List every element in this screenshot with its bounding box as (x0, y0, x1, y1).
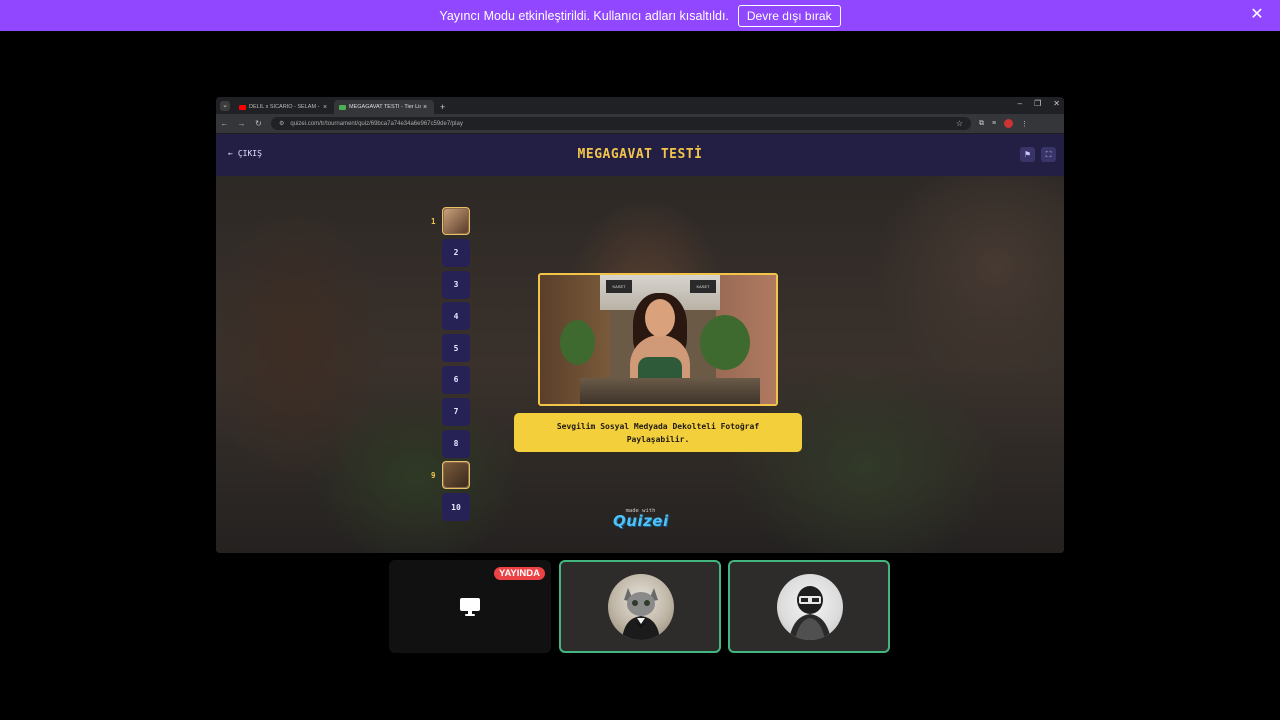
ranking-list: 1 2 3 4 5 6 7 8 9 10 (431, 207, 470, 525)
url-text: quizei.com/tr/tournament/quiz/69bca7a74e… (290, 120, 463, 127)
page-title: MEGAGAVAT TESTİ (577, 147, 703, 162)
image-sign: KASET (690, 280, 716, 293)
menu-dots-icon[interactable]: ⋮ (1021, 120, 1028, 128)
address-bar-row: ← → ↻ ⚙ quizei.com/tr/tournament/quiz/69… (216, 114, 1064, 133)
minimize-icon[interactable]: – (1018, 99, 1022, 108)
new-tab-icon[interactable]: + (440, 102, 445, 112)
quiz-page: ← ÇIKIŞ MEGAGAVAT TESTİ ⚑ ⛶ 1 2 3 4 5 6 … (216, 134, 1064, 553)
live-badge: YAYINDA (493, 567, 545, 580)
rank-slot-4[interactable]: 4 (442, 302, 470, 331)
disable-streamer-mode-button[interactable]: Devre dışı bırak (737, 4, 841, 27)
window-close-icon[interactable]: ✕ (1053, 99, 1060, 108)
rank-number: 1 (431, 217, 436, 226)
close-icon[interactable]: ✕ (1248, 6, 1266, 24)
avatar (777, 574, 843, 640)
question-caption[interactable]: Sevgilim Sosyal Medyada Dekolteli Fotoğr… (514, 413, 802, 452)
rank-number: 9 (431, 471, 436, 481)
close-tab-icon[interactable]: × (321, 104, 329, 111)
browser-tab[interactable]: DELIL x SICARIO - SELAM - You × (234, 100, 334, 114)
image-sign: KASET (606, 280, 632, 293)
media-icon[interactable]: ≡ (992, 120, 996, 127)
youtube-icon (239, 104, 246, 110)
rank-thumbnail (444, 209, 468, 233)
masked-figure-avatar-icon (789, 586, 831, 640)
banner-message: Yayıncı Modu etkinleştirildi. Kullanıcı … (439, 8, 729, 23)
participant-tile-speaking[interactable] (559, 560, 721, 653)
quizei-icon (339, 104, 346, 110)
stream-tile[interactable]: YAYINDA (389, 560, 551, 653)
close-tab-icon[interactable]: × (421, 104, 429, 111)
quizei-logo: Quizei (613, 512, 669, 530)
rank-slot-9[interactable]: 9 (431, 461, 470, 490)
back-arrow-icon[interactable]: ← (220, 119, 229, 128)
streamer-mode-banner: Yayıncı Modu etkinleştirildi. Kullanıcı … (0, 0, 1280, 31)
image-plant (700, 315, 750, 370)
profile-avatar[interactable] (1004, 119, 1014, 128)
image-table (580, 378, 760, 404)
rank-slot-6[interactable]: 6 (442, 365, 470, 394)
browser-tab-bar: ⌄ DELIL x SICARIO - SELAM - You × MEGAGA… (216, 97, 1064, 114)
bookmark-star-icon[interactable]: ☆ (956, 119, 963, 128)
rank-slot-10[interactable]: 10 (442, 493, 470, 522)
rank-slot-8[interactable]: 8 (442, 429, 470, 458)
avatar (608, 574, 674, 640)
restore-icon[interactable]: ❐ (1034, 99, 1041, 108)
image-face (645, 299, 675, 337)
made-with-badge[interactable]: made with Quizei (613, 508, 668, 530)
url-input[interactable]: ⚙ quizei.com/tr/tournament/quiz/69bca7a7… (271, 117, 971, 130)
forward-arrow-icon[interactable]: → (237, 119, 246, 128)
reload-icon[interactable]: ↻ (254, 119, 263, 128)
flag-icon[interactable]: ⚑ (1020, 147, 1035, 162)
browser-tab-active[interactable]: MEGAGAVAT TESTİ - Tier List, × (334, 100, 434, 114)
fullscreen-icon[interactable]: ⛶ (1041, 147, 1056, 162)
quiz-header: ← ÇIKIŞ MEGAGAVAT TESTİ ⚑ ⛶ (216, 134, 1064, 176)
site-info-icon[interactable]: ⚙ (279, 120, 284, 127)
image-plant (560, 320, 595, 365)
monitor-icon (460, 598, 480, 616)
tab-title: DELIL x SICARIO - SELAM - You (249, 104, 321, 110)
question-image[interactable]: KASET KASET (538, 273, 778, 406)
participant-tile-speaking[interactable] (728, 560, 890, 653)
extensions-icon[interactable]: ⧉ (979, 120, 984, 128)
tab-title: MEGAGAVAT TESTİ - Tier List, (349, 104, 421, 110)
rank-slot-2[interactable]: 2 (442, 238, 470, 267)
rank-thumbnail (444, 463, 468, 488)
tab-search-icon[interactable]: ⌄ (220, 101, 230, 111)
cat-in-tuxedo-avatar-icon (622, 588, 660, 640)
rank-slot-3[interactable]: 3 (442, 270, 470, 299)
rank-slot-5[interactable]: 5 (442, 334, 470, 363)
rank-slot-1[interactable]: 1 (431, 207, 470, 235)
screen-share: ⌄ DELIL x SICARIO - SELAM - You × MEGAGA… (216, 97, 1064, 553)
rank-slot-7[interactable]: 7 (442, 397, 470, 426)
